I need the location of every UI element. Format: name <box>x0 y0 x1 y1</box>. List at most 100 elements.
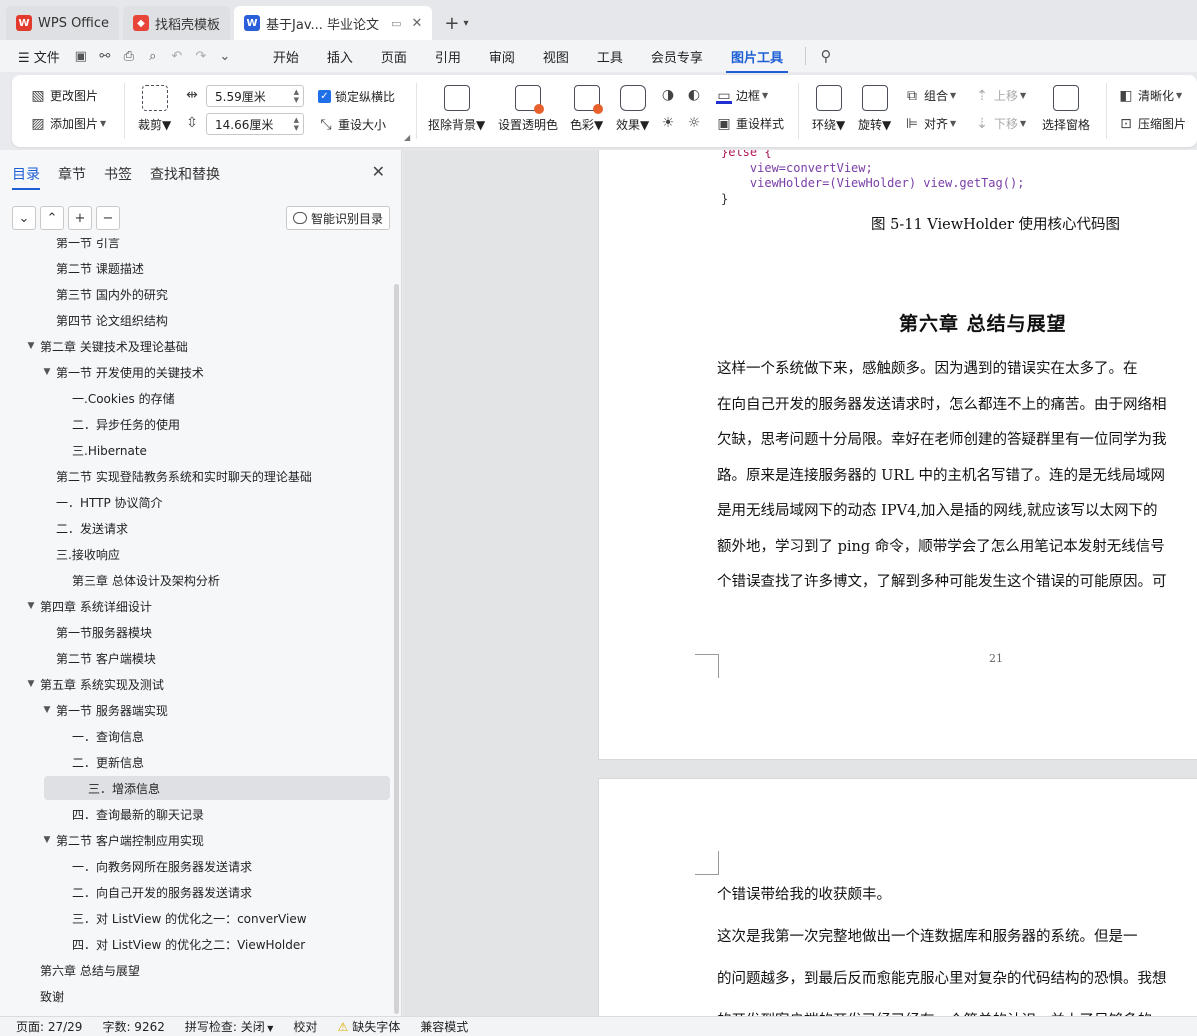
expand-arrow-icon[interactable]: ▼ <box>24 341 38 351</box>
tab-find-replace[interactable]: 查找和替换 <box>150 164 220 184</box>
tab-thesis-document[interactable]: W 基于Jav... 毕业论文 ▭ ✕ <box>234 6 433 40</box>
remove-background-button[interactable]: 抠除背景▼ <box>428 85 485 133</box>
toc-item[interactable]: 第三章 总体设计及架构分析 <box>56 568 220 592</box>
stepper-icon[interactable]: ▲ ▼ <box>294 88 299 104</box>
border-button[interactable]: ▭ 边框 ▼ <box>716 87 768 104</box>
toc-item[interactable]: 二．向自己开发的服务器发送请求 <box>56 880 252 904</box>
toc-item[interactable]: 第六章 总结与展望 <box>24 958 140 982</box>
toc-item[interactable]: 一．向教务网所在服务器发送请求 <box>56 854 252 878</box>
redo-icon[interactable]: ↷ <box>189 49 213 64</box>
toc-item[interactable]: 第四节 论文组织结构 <box>40 308 168 332</box>
tab-docer-templates[interactable]: ◆ 找稻壳模板 <box>123 6 231 40</box>
toc-item[interactable]: 第二节 课题描述 <box>40 256 144 280</box>
expand-arrow-icon[interactable]: ▼ <box>40 367 54 377</box>
toc-item[interactable]: 致谢 <box>24 984 64 1008</box>
menu-view[interactable]: 视图 <box>529 47 583 66</box>
file-menu[interactable]: ☰ 文件 <box>0 47 69 66</box>
new-tab-button[interactable]: + ▾ <box>436 6 476 40</box>
toc-item[interactable]: 二．更新信息 <box>56 750 144 774</box>
missing-font-button[interactable]: ⚠ 缺失字体 <box>327 1018 410 1035</box>
toc-item[interactable]: 三.Hibernate <box>56 438 147 462</box>
effects-button[interactable]: 效果▼ <box>616 85 649 133</box>
reset-size-button[interactable]: ⤡ 重设大小 <box>318 116 386 133</box>
toc-item[interactable]: ▼ 第二节 客户端控制应用实现 <box>40 828 204 852</box>
print-icon[interactable]: ⎙ <box>117 49 141 64</box>
menu-review[interactable]: 审阅 <box>475 47 529 66</box>
move-up-button[interactable]: ⇡ 上移 ▼ <box>974 87 1026 104</box>
increase-brightness-icon[interactable]: ☀ <box>660 115 680 131</box>
width-input[interactable]: 5.59厘米 ▲ ▼ <box>206 85 304 107</box>
toc-item[interactable]: ▼ 第一节 开发使用的关键技术 <box>40 360 204 384</box>
change-image-button[interactable]: ▧ 更改图片 <box>30 87 98 104</box>
toc-item[interactable]: 四．查询最新的聊天记录 <box>56 802 204 826</box>
menu-tools[interactable]: 工具 <box>583 47 637 66</box>
toc-item[interactable]: 四．对 ListView 的优化之二：ViewHolder <box>56 932 305 956</box>
smart-toc-button[interactable]: 智能识别目录 <box>286 206 390 230</box>
decrease-brightness-icon[interactable]: ☼ <box>686 115 706 131</box>
expand-arrow-icon[interactable]: ▼ <box>40 835 54 845</box>
share-icon[interactable]: ⚯ <box>93 49 117 64</box>
collapse-all-button[interactable]: ⌃ <box>40 206 64 230</box>
toc-item[interactable]: 第二节 实现登陆教务系统和实时聊天的理论基础 <box>40 464 312 488</box>
lock-ratio-checkbox[interactable]: ✓ 锁定纵横比 <box>318 88 395 105</box>
more-dropdown-icon[interactable]: ⌄ <box>213 49 237 64</box>
toc-item[interactable]: 第一节服务器模块 <box>40 620 152 644</box>
wrap-button[interactable]: 环绕▼ <box>812 85 845 133</box>
toc-item[interactable]: ▼ 第四章 系统详细设计 <box>24 594 152 618</box>
move-down-button[interactable]: ⇣ 下移 ▼ <box>974 115 1026 132</box>
toc-item[interactable]: 第二节 客户端模块 <box>40 646 156 670</box>
proofread-button[interactable]: 校对 <box>283 1018 327 1035</box>
sharpen-button[interactable]: ◧ 清晰化 ▼ <box>1118 87 1182 104</box>
toc-item[interactable]: 第一节 引言 <box>40 238 120 254</box>
increase-contrast-icon[interactable]: ◑ <box>660 87 680 103</box>
toc-item[interactable]: 一.Cookies 的存储 <box>56 386 175 410</box>
add-heading-button[interactable]: + <box>68 206 92 230</box>
tab-toc[interactable]: 目录 <box>12 164 40 190</box>
compress-image-button[interactable]: ⊡ 压缩图片 <box>1118 115 1186 132</box>
toc-item[interactable]: ▼ 第二章 关键技术及理论基础 <box>24 334 188 358</box>
align-button[interactable]: ⊫ 对齐 ▼ <box>904 115 956 132</box>
toc-scrollbar[interactable] <box>394 284 399 1014</box>
remove-heading-button[interactable]: − <box>96 206 120 230</box>
tab-bookmarks[interactable]: 书签 <box>104 164 132 184</box>
crop-button[interactable]: 裁剪▼ <box>138 85 171 133</box>
page-count[interactable]: 页面: 27/29 <box>0 1018 92 1035</box>
spell-check-toggle[interactable]: 拼写检查: 关闭 ▼ <box>175 1018 284 1035</box>
undo-icon[interactable]: ↶ <box>165 49 189 64</box>
rotate-button[interactable]: 旋转▼ <box>858 85 891 133</box>
toc-item[interactable]: 一．查询信息 <box>56 724 144 748</box>
reset-style-button[interactable]: ▣ 重设样式 <box>716 115 784 132</box>
expand-arrow-icon[interactable]: ▼ <box>40 705 54 715</box>
close-pane-icon[interactable]: ✕ <box>372 162 385 181</box>
stepper-icon[interactable]: ▲ ▼ <box>294 116 299 132</box>
toc-item[interactable]: 一．HTTP 协议简介 <box>40 490 163 514</box>
search-icon[interactable]: ⚲ <box>814 47 838 65</box>
group-button[interactable]: ⧉ 组合 ▼ <box>904 87 956 104</box>
menu-page[interactable]: 页面 <box>367 47 421 66</box>
window-restore-icon[interactable]: ▭ <box>391 17 401 30</box>
toc-item[interactable]: 三．对 ListView 的优化之一：converView <box>56 906 307 930</box>
print-preview-icon[interactable]: ⌕ <box>141 49 165 64</box>
toc-item[interactable]: 三.接收响应 <box>40 542 120 566</box>
tab-chapters[interactable]: 章节 <box>58 164 86 184</box>
expand-arrow-icon[interactable]: ▼ <box>24 679 38 689</box>
toc-item[interactable]: 二．异步任务的使用 <box>56 412 180 436</box>
menu-member[interactable]: 会员专享 <box>637 47 717 66</box>
toc-item[interactable]: 三．增添信息 <box>44 776 390 800</box>
menu-home[interactable]: 开始 <box>259 47 313 66</box>
toc-item[interactable]: 第三节 国内外的研究 <box>40 282 168 306</box>
set-transparent-button[interactable]: 设置透明色 <box>498 85 558 133</box>
dialog-launcher-icon[interactable]: ◢ <box>404 133 410 142</box>
toc-item[interactable]: ▼ 第一节 服务器端实现 <box>40 698 168 722</box>
menu-picture-tools[interactable]: 图片工具 <box>717 47 797 73</box>
toc-item[interactable]: ▼ 第五章 系统实现及测试 <box>24 672 164 696</box>
close-tab-icon[interactable]: ✕ <box>411 16 422 31</box>
add-image-button[interactable]: ▨ 添加图片 ▼ <box>30 115 106 132</box>
decrease-contrast-icon[interactable]: ◐ <box>686 87 706 103</box>
selection-pane-button[interactable]: 选择窗格 <box>1042 85 1090 133</box>
toc-item[interactable]: 二．发送请求 <box>40 516 128 540</box>
tab-wps-office[interactable]: W WPS Office <box>6 6 120 40</box>
expand-arrow-icon[interactable]: ▼ <box>24 601 38 611</box>
height-input[interactable]: 14.66厘米 ▲ ▼ <box>206 113 304 135</box>
menu-references[interactable]: 引用 <box>421 47 475 66</box>
